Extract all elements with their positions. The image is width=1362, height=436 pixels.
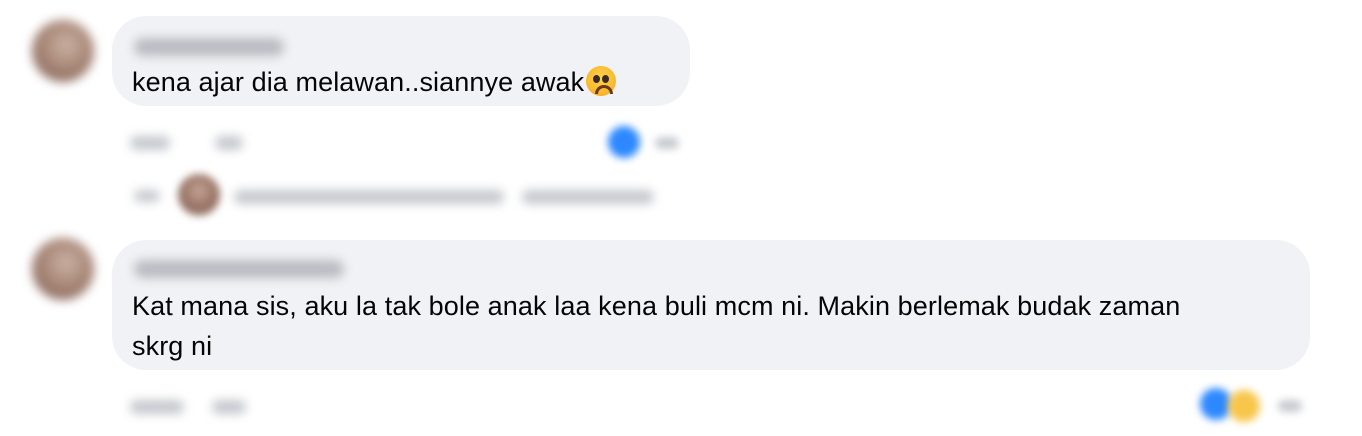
reply-action[interactable] xyxy=(212,400,246,414)
haha-reaction-icon[interactable] xyxy=(1228,390,1260,422)
comment-text: Kat mana sis, aku la tak bole anak laa k… xyxy=(132,291,1181,361)
reaction-count xyxy=(1278,400,1302,412)
reply-arrow-icon xyxy=(134,190,160,202)
reply-action[interactable] xyxy=(215,136,243,150)
reply-avatar xyxy=(178,174,220,216)
pleading-face-icon xyxy=(586,66,617,96)
replies-count[interactable] xyxy=(522,190,654,204)
comment-text-content: kena ajar dia melawan..siannye awak xyxy=(132,67,585,97)
like-action[interactable] xyxy=(130,400,184,414)
comment-author[interactable] xyxy=(134,38,284,56)
comment-bubble: kena ajar dia melawan..siannye awak xyxy=(112,16,690,106)
comment-author[interactable] xyxy=(134,260,344,278)
avatar[interactable] xyxy=(32,20,94,82)
replies-summary[interactable] xyxy=(234,190,504,204)
comment-bubble: Kat mana sis, aku la tak bole anak laa k… xyxy=(112,240,1310,370)
like-action[interactable] xyxy=(130,136,170,150)
avatar[interactable] xyxy=(32,238,94,300)
comment-text: kena ajar dia melawan..siannye awak xyxy=(132,62,617,102)
like-reaction-icon[interactable] xyxy=(608,126,640,158)
reaction-count xyxy=(655,137,679,149)
